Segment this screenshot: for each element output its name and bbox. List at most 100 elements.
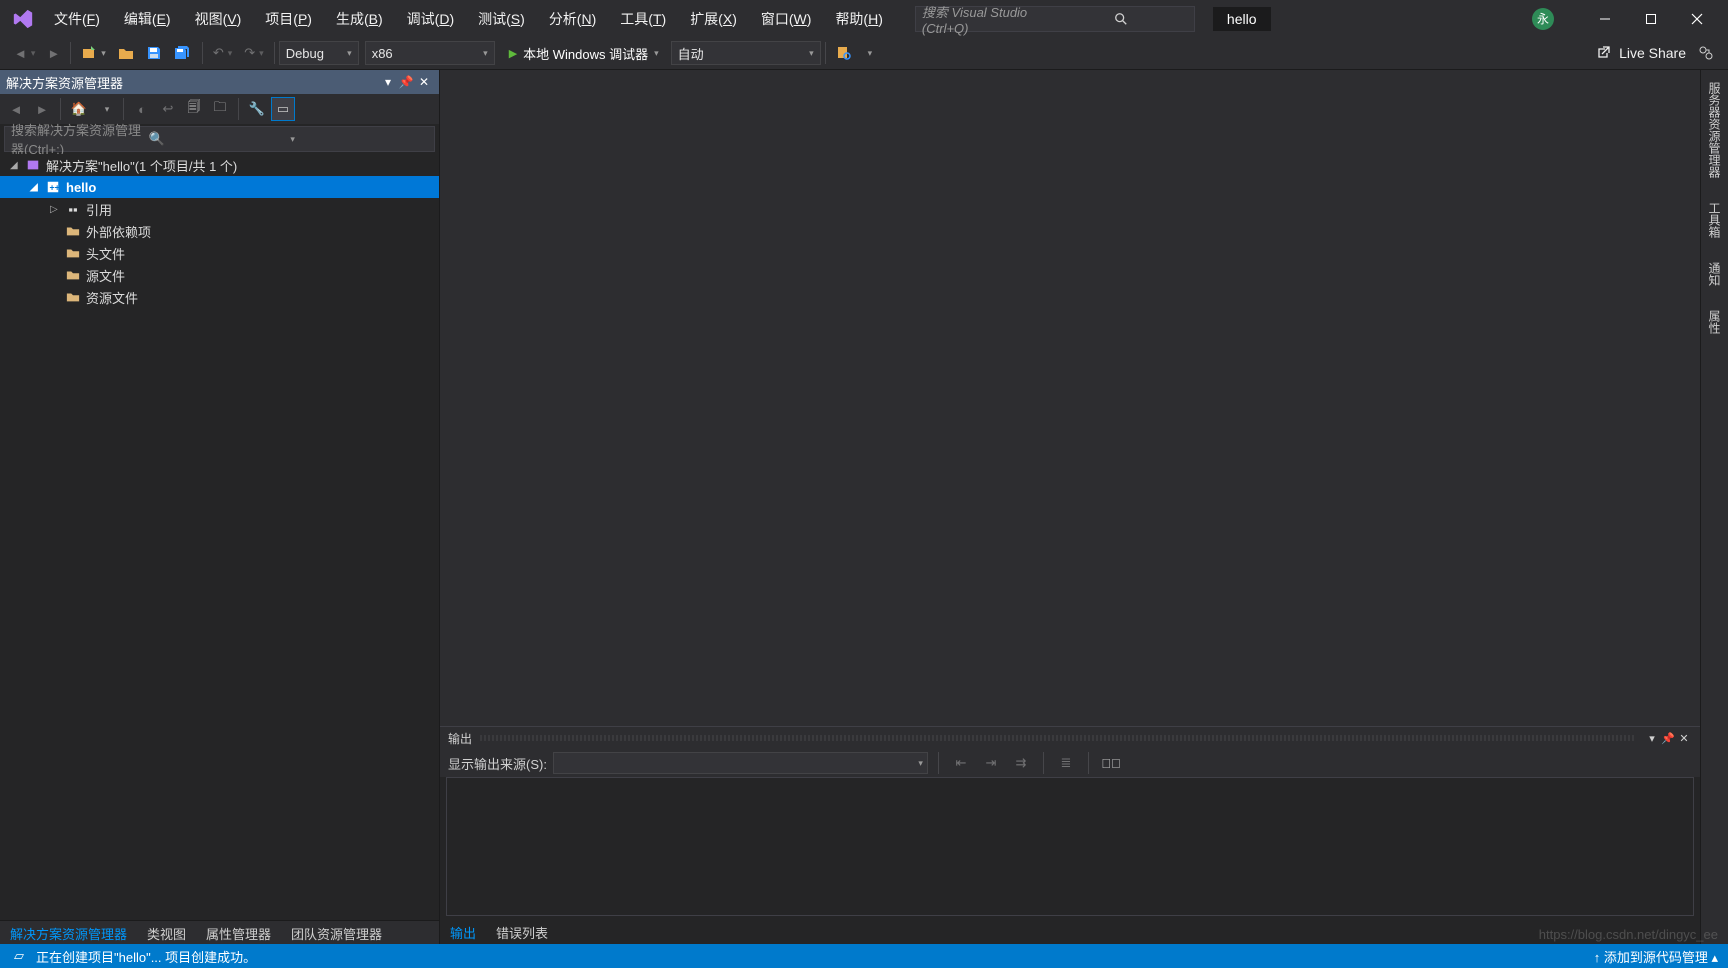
solution-explorer-header[interactable]: 解决方案资源管理器 ▾ 📌 ✕ bbox=[0, 70, 439, 94]
collapse-all-button[interactable]: 🗀 bbox=[208, 97, 232, 121]
properties-button[interactable]: 🔧 bbox=[245, 97, 269, 121]
menu-item-9[interactable]: 扩展(X) bbox=[678, 5, 749, 33]
platform-combo[interactable]: x86▾ bbox=[365, 41, 495, 65]
project-node[interactable]: ◢ ++ hello bbox=[0, 176, 439, 198]
save-button[interactable] bbox=[141, 42, 167, 64]
window-minimize-button[interactable] bbox=[1582, 4, 1628, 34]
pin-icon[interactable]: 📌 bbox=[397, 75, 415, 89]
solution-icon bbox=[24, 158, 42, 172]
solution-tree[interactable]: ◢ 解决方案"hello"(1 个项目/共 1 个) ◢ ++ hello ▷ … bbox=[0, 154, 439, 920]
clear-output-button[interactable]: ⇉ bbox=[1009, 751, 1033, 775]
sources-label: 源文件 bbox=[86, 266, 125, 285]
nav-forward-button[interactable]: ► bbox=[42, 43, 65, 64]
title-bar: 文件(F)编辑(E)视图(V)项目(P)生成(B)调试(D)测试(S)分析(N)… bbox=[0, 0, 1728, 37]
solution-name-label: hello bbox=[1213, 7, 1271, 31]
tab-class-view[interactable]: 类视图 bbox=[137, 921, 196, 944]
headers-node[interactable]: 头文件 bbox=[0, 242, 439, 264]
right-rail: 服务器资源管理器 工具箱 通知 属性 bbox=[1700, 70, 1728, 944]
menu-item-2[interactable]: 视图(V) bbox=[183, 5, 254, 33]
user-avatar[interactable]: 永 bbox=[1532, 8, 1554, 30]
close-icon[interactable]: ✕ bbox=[415, 75, 433, 89]
panel-menu-icon[interactable]: ▾ bbox=[1644, 732, 1660, 745]
show-all-files-button[interactable]: 🗐 bbox=[182, 97, 206, 121]
undo-button[interactable]: ↶▾ bbox=[208, 42, 237, 64]
svg-text:++: ++ bbox=[50, 183, 60, 193]
tab-server-explorer[interactable]: 服务器资源管理器 bbox=[1704, 76, 1725, 184]
expand-arrow-icon[interactable]: ▷ bbox=[50, 204, 64, 215]
nav-back-button[interactable]: ◄▾ bbox=[9, 43, 40, 64]
pin-icon[interactable]: 📌 bbox=[1660, 732, 1676, 745]
live-share-button[interactable]: Live Share bbox=[1595, 45, 1686, 61]
expand-arrow-icon[interactable]: ◢ bbox=[30, 182, 44, 193]
output-panel: 输出 ▾ 📌 ✕ 显示输出来源(S): ▾ ⇤ ⇥ ⇉ ≣ ✖⃞ 输出 bbox=[440, 726, 1700, 944]
tab-error-list[interactable]: 错误列表 bbox=[486, 920, 558, 944]
home-button[interactable]: 🏠 bbox=[67, 97, 91, 121]
editor-and-output: 输出 ▾ 📌 ✕ 显示输出来源(S): ▾ ⇤ ⇥ ⇉ ≣ ✖⃞ 输出 bbox=[440, 70, 1700, 944]
goto-prev-button[interactable]: ⇤ bbox=[949, 751, 973, 775]
tab-toolbox[interactable]: 工具箱 bbox=[1704, 196, 1725, 244]
output-panel-header[interactable]: 输出 ▾ 📌 ✕ bbox=[440, 727, 1700, 749]
external-deps-label: 外部依赖项 bbox=[86, 222, 151, 241]
save-all-button[interactable] bbox=[169, 42, 197, 64]
quick-search-input[interactable]: 搜索 Visual Studio (Ctrl+Q) bbox=[915, 6, 1195, 32]
output-source-combo[interactable]: ▾ bbox=[553, 752, 928, 774]
chevron-down-icon: ▾ bbox=[483, 48, 488, 59]
forward-button[interactable]: ► bbox=[30, 97, 54, 121]
tab-solution-explorer[interactable]: 解决方案资源管理器 bbox=[0, 921, 137, 944]
tab-properties[interactable]: 属性 bbox=[1704, 304, 1725, 340]
chevron-down-icon: ▾ bbox=[654, 48, 659, 59]
scope-back-button[interactable]: ↩ bbox=[156, 97, 180, 121]
redo-button[interactable]: ↷▾ bbox=[239, 42, 268, 64]
menu-item-6[interactable]: 测试(S) bbox=[466, 5, 537, 33]
menu-item-3[interactable]: 项目(P) bbox=[253, 5, 324, 33]
resources-node[interactable]: 资源文件 bbox=[0, 286, 439, 308]
scope-button[interactable]: ◐ bbox=[130, 97, 154, 121]
window-maximize-button[interactable] bbox=[1628, 4, 1674, 34]
configuration-combo[interactable]: Debug▾ bbox=[279, 41, 359, 65]
toolbar-overflow-button[interactable]: ▾ bbox=[859, 45, 878, 62]
source-control-button[interactable]: ↑ 添加到源代码管理 ▴ bbox=[1594, 947, 1718, 966]
sources-node[interactable]: 源文件 bbox=[0, 264, 439, 286]
watermark-text: https://blog.csdn.net/dingyc_ee bbox=[1539, 927, 1718, 942]
menu-item-10[interactable]: 窗口(W) bbox=[749, 5, 824, 33]
back-button[interactable]: ◄ bbox=[4, 97, 28, 121]
external-deps-node[interactable]: 外部依赖项 bbox=[0, 220, 439, 242]
solution-root-node[interactable]: ◢ 解决方案"hello"(1 个项目/共 1 个) bbox=[0, 154, 439, 176]
clear-all-button[interactable]: ✖⃞ bbox=[1099, 751, 1123, 775]
menu-item-4[interactable]: 生成(B) bbox=[324, 5, 395, 33]
references-node[interactable]: ▷ ▪▪ 引用 bbox=[0, 198, 439, 220]
menu-item-11[interactable]: 帮助(H) bbox=[823, 5, 894, 33]
window-close-button[interactable] bbox=[1674, 4, 1720, 34]
menu-item-1[interactable]: 编辑(E) bbox=[112, 5, 183, 33]
menu-item-8[interactable]: 工具(T) bbox=[608, 5, 678, 33]
search-icon bbox=[1055, 11, 1188, 27]
solution-explorer-panel: 解决方案资源管理器 ▾ 📌 ✕ ◄ ► 🏠 ▾ ◐ ↩ 🗐 🗀 🔧 ▭ 搜索解决… bbox=[0, 70, 440, 944]
start-debug-button[interactable]: ▶ 本地 Windows 调试器 ▾ bbox=[501, 41, 667, 65]
status-bar: ▱ 正在创建项目"hello"... 项目创建成功。 ↑ 添加到源代码管理 ▴ bbox=[0, 944, 1728, 968]
expand-arrow-icon[interactable]: ◢ bbox=[10, 160, 24, 171]
close-icon[interactable]: ✕ bbox=[1676, 732, 1692, 745]
tab-notifications[interactable]: 通知 bbox=[1704, 256, 1725, 292]
tab-output[interactable]: 输出 bbox=[440, 920, 486, 944]
goto-next-button[interactable]: ⇥ bbox=[979, 751, 1003, 775]
menu-item-0[interactable]: 文件(F) bbox=[42, 5, 112, 33]
tab-property-manager[interactable]: 属性管理器 bbox=[196, 921, 281, 944]
preview-button[interactable]: ▭ bbox=[271, 97, 295, 121]
solution-search-input[interactable]: 搜索解决方案资源管理器(Ctrl+;) 🔍▾ bbox=[4, 126, 435, 152]
tab-team-explorer[interactable]: 团队资源管理器 bbox=[281, 921, 392, 944]
open-file-button[interactable] bbox=[113, 42, 139, 64]
toggle-wrap-button[interactable]: ≣ bbox=[1054, 751, 1078, 775]
new-project-button[interactable]: ▾ bbox=[76, 42, 111, 64]
auto-combo[interactable]: 自动▾ bbox=[671, 41, 821, 65]
auto-value: 自动 bbox=[678, 44, 805, 63]
sync-button[interactable]: ▾ bbox=[93, 97, 117, 121]
references-icon: ▪▪ bbox=[64, 202, 82, 217]
solution-search-placeholder: 搜索解决方案资源管理器(Ctrl+;) bbox=[11, 120, 149, 158]
main-menu: 文件(F)编辑(E)视图(V)项目(P)生成(B)调试(D)测试(S)分析(N)… bbox=[42, 5, 895, 33]
output-text-area[interactable] bbox=[446, 777, 1694, 916]
find-in-files-button[interactable] bbox=[831, 42, 857, 64]
menu-item-5[interactable]: 调试(D) bbox=[395, 5, 466, 33]
feedback-button[interactable] bbox=[1693, 42, 1719, 64]
menu-item-7[interactable]: 分析(N) bbox=[537, 5, 608, 33]
panel-menu-icon[interactable]: ▾ bbox=[379, 75, 397, 89]
